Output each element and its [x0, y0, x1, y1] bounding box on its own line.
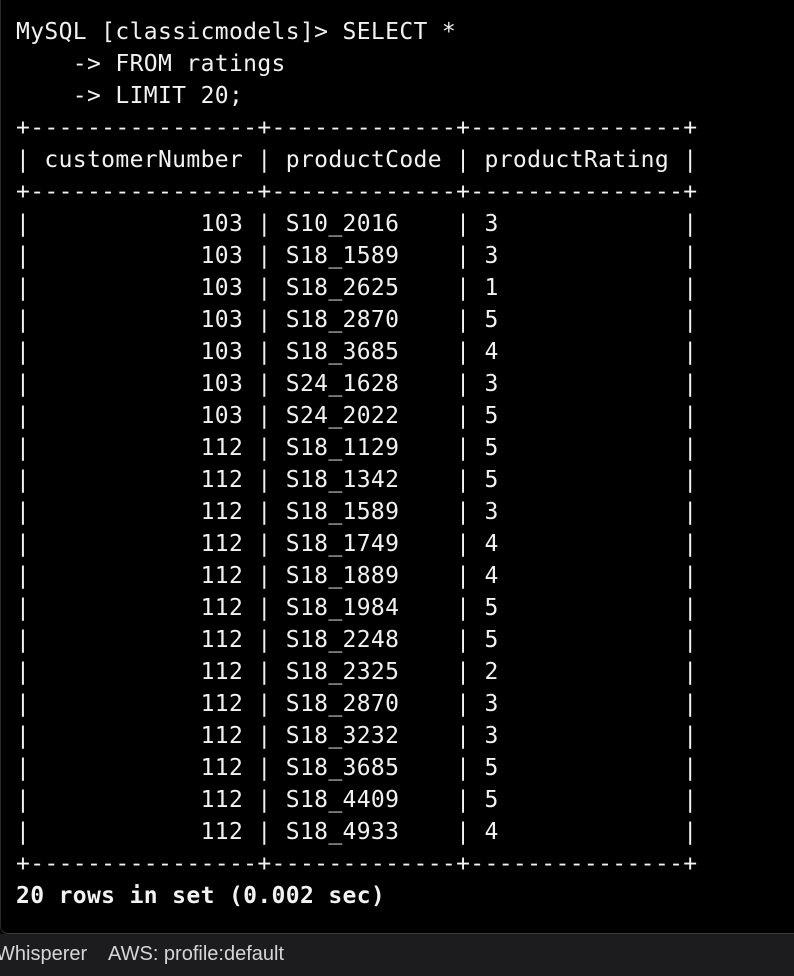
- table-row: | 103 | S18_2870 | 5 |: [16, 307, 698, 333]
- table-row: | 103 | S24_2022 | 5 |: [16, 403, 698, 429]
- status-item-whisperer[interactable]: Whisperer: [0, 943, 87, 966]
- table-row: | 112 | S18_2248 | 5 |: [16, 627, 698, 653]
- table-row: | 112 | S18_1342 | 5 |: [16, 467, 698, 493]
- status-bar: Whisperer AWS: profile:default: [0, 934, 794, 976]
- continuation-line-limit: -> LIMIT 20;: [16, 83, 244, 109]
- table-row: | 112 | S18_4409 | 5 |: [16, 787, 698, 813]
- table-row: | 103 | S18_1589 | 3 |: [16, 243, 698, 269]
- result-summary: 20 rows in set (0.002 sec): [16, 883, 386, 909]
- table-border-bottom: +----------------+-------------+--------…: [16, 851, 698, 877]
- table-row: | 103 | S10_2016 | 3 |: [16, 211, 698, 237]
- table-border-top: +----------------+-------------+--------…: [16, 115, 698, 141]
- continuation-line-from: -> FROM ratings: [16, 51, 286, 77]
- table-row: | 103 | S18_3685 | 4 |: [16, 339, 698, 365]
- command-prompt-line: MySQL [classicmodels]> SELECT *: [16, 19, 457, 45]
- table-row: | 112 | S18_1749 | 4 |: [16, 531, 698, 557]
- table-border-header: +----------------+-------------+--------…: [16, 179, 698, 205]
- table-row: | 112 | S18_2870 | 3 |: [16, 691, 698, 717]
- status-item-aws-profile[interactable]: AWS: profile:default: [108, 943, 284, 966]
- table-row: | 112 | S18_4933 | 4 |: [16, 819, 698, 845]
- table-row: | 112 | S18_1129 | 5 |: [16, 435, 698, 461]
- terminal-window[interactable]: MySQL [classicmodels]> SELECT * -> FROM …: [0, 0, 794, 934]
- table-row: | 112 | S18_2325 | 2 |: [16, 659, 698, 685]
- table-row: | 112 | S18_3232 | 3 |: [16, 723, 698, 749]
- table-row: | 112 | S18_1984 | 5 |: [16, 595, 698, 621]
- table-row: | 112 | S18_1889 | 4 |: [16, 563, 698, 589]
- table-header-row: | customerNumber | productCode | product…: [16, 147, 698, 173]
- table-row: | 103 | S18_2625 | 1 |: [16, 275, 698, 301]
- table-row: | 112 | S18_1589 | 3 |: [16, 499, 698, 525]
- table-row: | 103 | S24_1628 | 3 |: [16, 371, 698, 397]
- table-row: | 112 | S18_3685 | 5 |: [16, 755, 698, 781]
